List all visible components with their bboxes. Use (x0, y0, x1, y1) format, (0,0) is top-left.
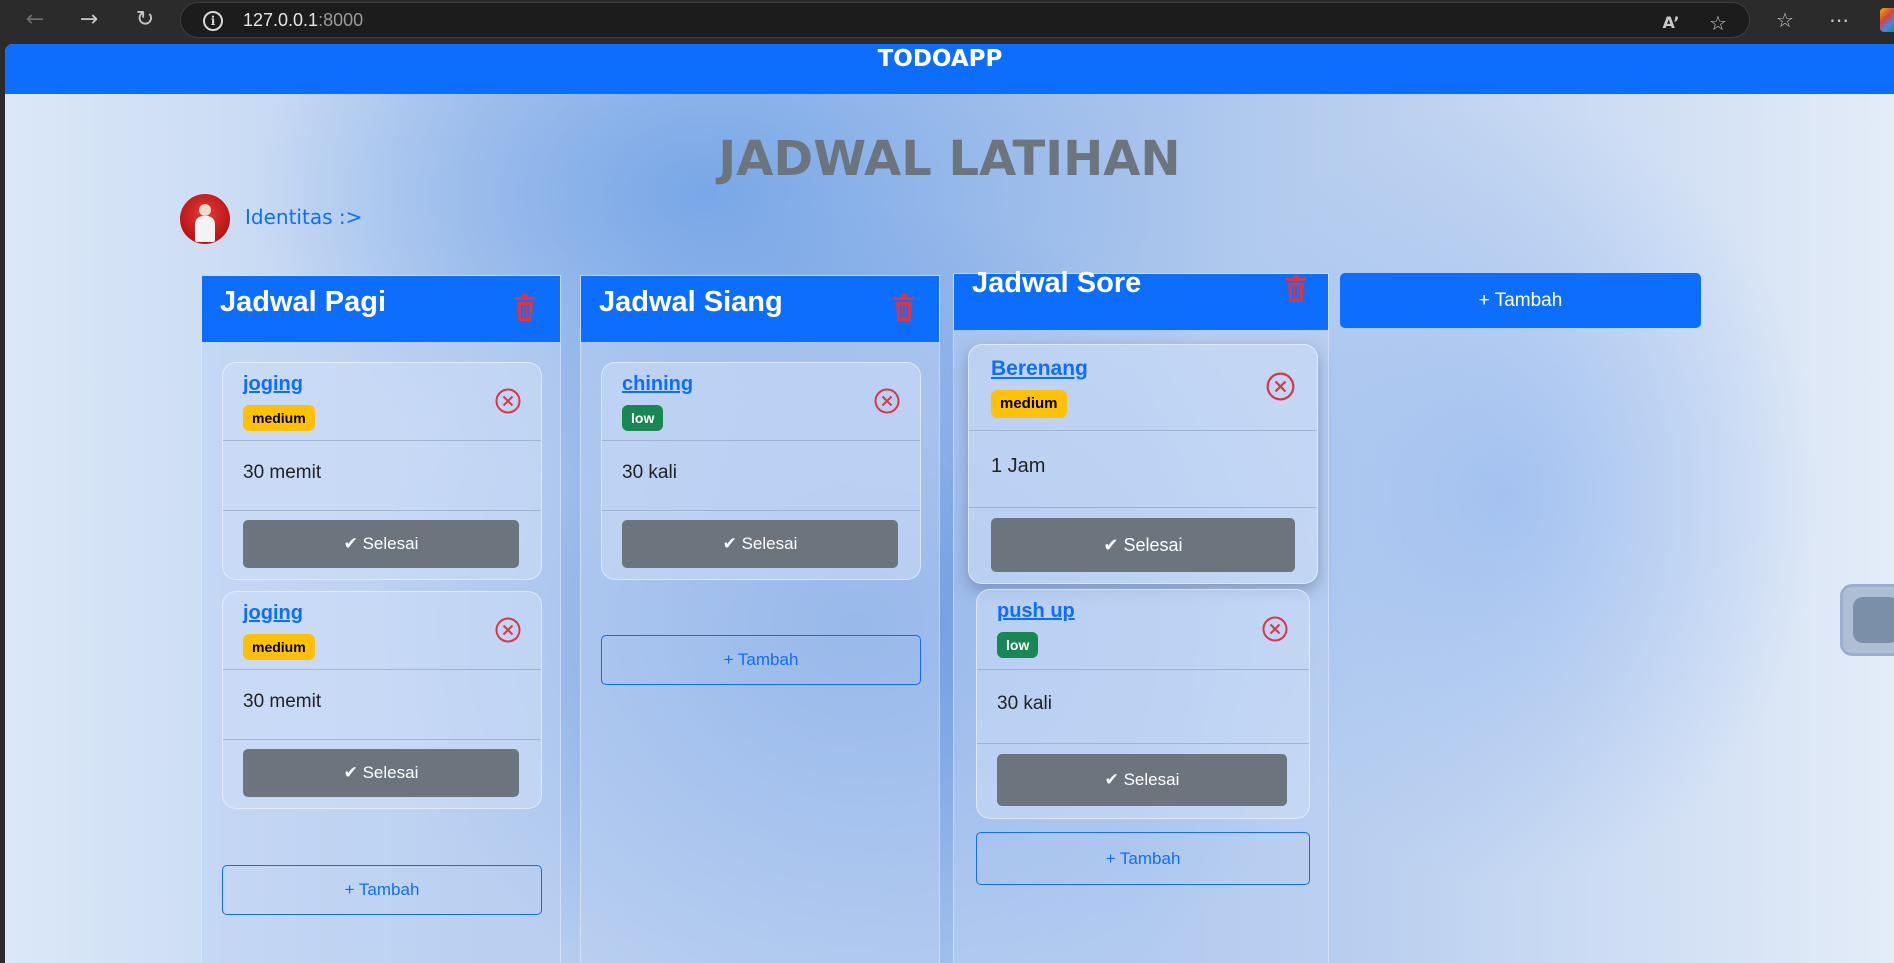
task-title-link[interactable]: Berenang (991, 357, 1088, 381)
task-card: chining low 30 kali ✔ Selesai (601, 362, 921, 580)
delete-task-icon[interactable] (1262, 616, 1288, 642)
task-description: 30 kali (997, 693, 1052, 714)
task-description: 30 kali (622, 462, 677, 483)
task-card: push up low 30 kali ✔ Selesai (976, 589, 1310, 819)
favorite-star-icon[interactable]: ☆ (1703, 8, 1733, 38)
column-title: Jadwal Pagi (220, 286, 387, 318)
column-jadwal-sore: Jadwal Sore Berenang medium 1 Jam ✔ Sele… (953, 267, 1329, 963)
check-icon: ✔ (1104, 770, 1124, 789)
check-icon: ✔ (722, 534, 742, 553)
address-bar[interactable]: i 127.0.0.1:8000 A’ ☆ (180, 2, 1750, 38)
done-button[interactable]: ✔ Selesai (997, 754, 1287, 806)
task-title-link[interactable]: push up (997, 600, 1075, 623)
browser-toolbar: ← → ↻ i 127.0.0.1:8000 A’ ☆ ☆ ⋯ (0, 0, 1894, 40)
trash-icon[interactable] (892, 293, 916, 323)
priority-badge: medium (243, 405, 315, 431)
priority-badge: medium (991, 390, 1067, 418)
done-button[interactable]: ✔ Selesai (243, 520, 519, 568)
trash-icon[interactable] (1284, 274, 1308, 304)
task-card: joging medium 30 memit ✔ Selesai (222, 362, 542, 580)
task-card: Berenang medium 1 Jam ✔ Selesai (968, 344, 1318, 584)
column-title: Jadwal Siang (599, 286, 783, 318)
reload-icon[interactable]: ↻ (130, 5, 160, 35)
task-title-link[interactable]: chining (622, 373, 693, 396)
done-button[interactable]: ✔ Selesai (991, 518, 1295, 572)
check-icon: ✔ (343, 534, 363, 553)
identitas-link[interactable]: Identitas :> (245, 205, 362, 229)
widget-logo-icon (1853, 597, 1894, 643)
delete-task-icon[interactable] (495, 388, 521, 414)
priority-badge: low (997, 632, 1039, 658)
column-title: Jadwal Sore (972, 267, 1142, 299)
back-icon[interactable]: ← (20, 5, 50, 35)
extension-icon[interactable] (1880, 8, 1894, 32)
site-info-icon[interactable]: i (203, 11, 223, 31)
delete-task-icon[interactable] (874, 388, 900, 414)
favorites-list-icon[interactable]: ☆ (1770, 5, 1800, 35)
add-task-button[interactable]: + Tambah (976, 832, 1310, 885)
floating-widget[interactable] (1840, 584, 1894, 656)
check-icon: ✔ (343, 763, 363, 782)
task-description: 30 memit (243, 462, 322, 483)
add-task-button[interactable]: + Tambah (222, 865, 542, 915)
task-description: 30 memit (243, 691, 322, 712)
task-title-link[interactable]: joging (243, 373, 303, 396)
page-title-text: JADWAL LATIHAN (718, 131, 1181, 187)
column-jadwal-pagi: Jadwal Pagi joging medium 30 memit ✔ Sel… (201, 275, 561, 963)
done-button[interactable]: ✔ Selesai (243, 749, 519, 797)
avatar[interactable] (180, 194, 230, 244)
read-aloud-icon[interactable]: A’ (1656, 8, 1686, 38)
priority-badge: low (622, 405, 664, 431)
add-task-button[interactable]: + Tambah (601, 635, 921, 685)
delete-task-icon[interactable] (495, 617, 521, 643)
column-header: Jadwal Siang (581, 276, 939, 342)
add-column-button[interactable]: + Tambah (1340, 273, 1701, 328)
trash-icon[interactable] (513, 293, 537, 323)
forward-icon[interactable]: → (74, 5, 104, 35)
page-title: JADWAL LATIHAN (5, 124, 1894, 194)
brand-title[interactable]: TODOAPP (5, 44, 1875, 74)
task-title-link[interactable]: joging (243, 602, 303, 625)
delete-task-icon[interactable] (1266, 372, 1295, 401)
column-header: Jadwal Sore (954, 267, 1328, 330)
column-jadwal-siang: Jadwal Siang chining low 30 kali ✔ Seles… (580, 275, 940, 963)
page-viewport: TODOAPP JADWAL LATIHAN Identitas :> Jadw… (5, 44, 1894, 963)
task-card: joging medium 30 memit ✔ Selesai (222, 591, 542, 809)
priority-badge: medium (243, 634, 315, 660)
navbar: TODOAPP (5, 44, 1894, 94)
url-text: 127.0.0.1:8000 (243, 10, 364, 30)
more-options-icon[interactable]: ⋯ (1824, 5, 1854, 35)
check-icon: ✔ (1103, 535, 1124, 555)
column-header: Jadwal Pagi (202, 276, 560, 342)
done-button[interactable]: ✔ Selesai (622, 520, 898, 568)
task-description: 1 Jam (991, 455, 1046, 477)
